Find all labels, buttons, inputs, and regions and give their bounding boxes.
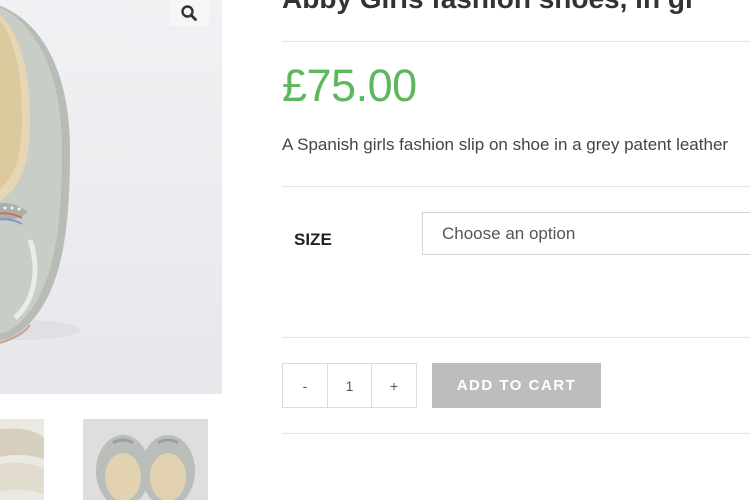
divider bbox=[282, 186, 750, 187]
quantity-minus-button[interactable]: - bbox=[283, 364, 327, 407]
product-thumbnail-1[interactable] bbox=[0, 419, 44, 500]
size-select-value: Choose an option bbox=[442, 223, 576, 243]
shoe-thumbnail-image bbox=[0, 419, 44, 500]
shoe-thumbnail-image bbox=[83, 419, 208, 500]
product-thumbnail-2[interactable] bbox=[83, 419, 208, 500]
zoom-button[interactable] bbox=[169, 0, 209, 26]
product-main-image[interactable] bbox=[0, 0, 222, 394]
search-icon bbox=[181, 5, 197, 21]
shoe-image bbox=[0, 5, 80, 344]
quantity-stepper: - 1 + bbox=[282, 363, 417, 408]
size-select[interactable]: Choose an option bbox=[422, 212, 750, 255]
add-to-cart-button[interactable]: ADD TO CART bbox=[432, 363, 601, 408]
divider bbox=[282, 337, 750, 338]
divider bbox=[282, 41, 750, 42]
quantity-plus-button[interactable]: + bbox=[372, 364, 416, 407]
product-description: A Spanish girls fashion slip on shoe in … bbox=[282, 135, 729, 154]
divider bbox=[282, 433, 750, 434]
size-label: SIZE bbox=[294, 230, 332, 249]
product-price: £75.00 bbox=[282, 60, 417, 111]
quantity-input[interactable]: 1 bbox=[327, 364, 372, 407]
product-title: Abby Girls fashion shoes, in gr bbox=[282, 0, 696, 15]
